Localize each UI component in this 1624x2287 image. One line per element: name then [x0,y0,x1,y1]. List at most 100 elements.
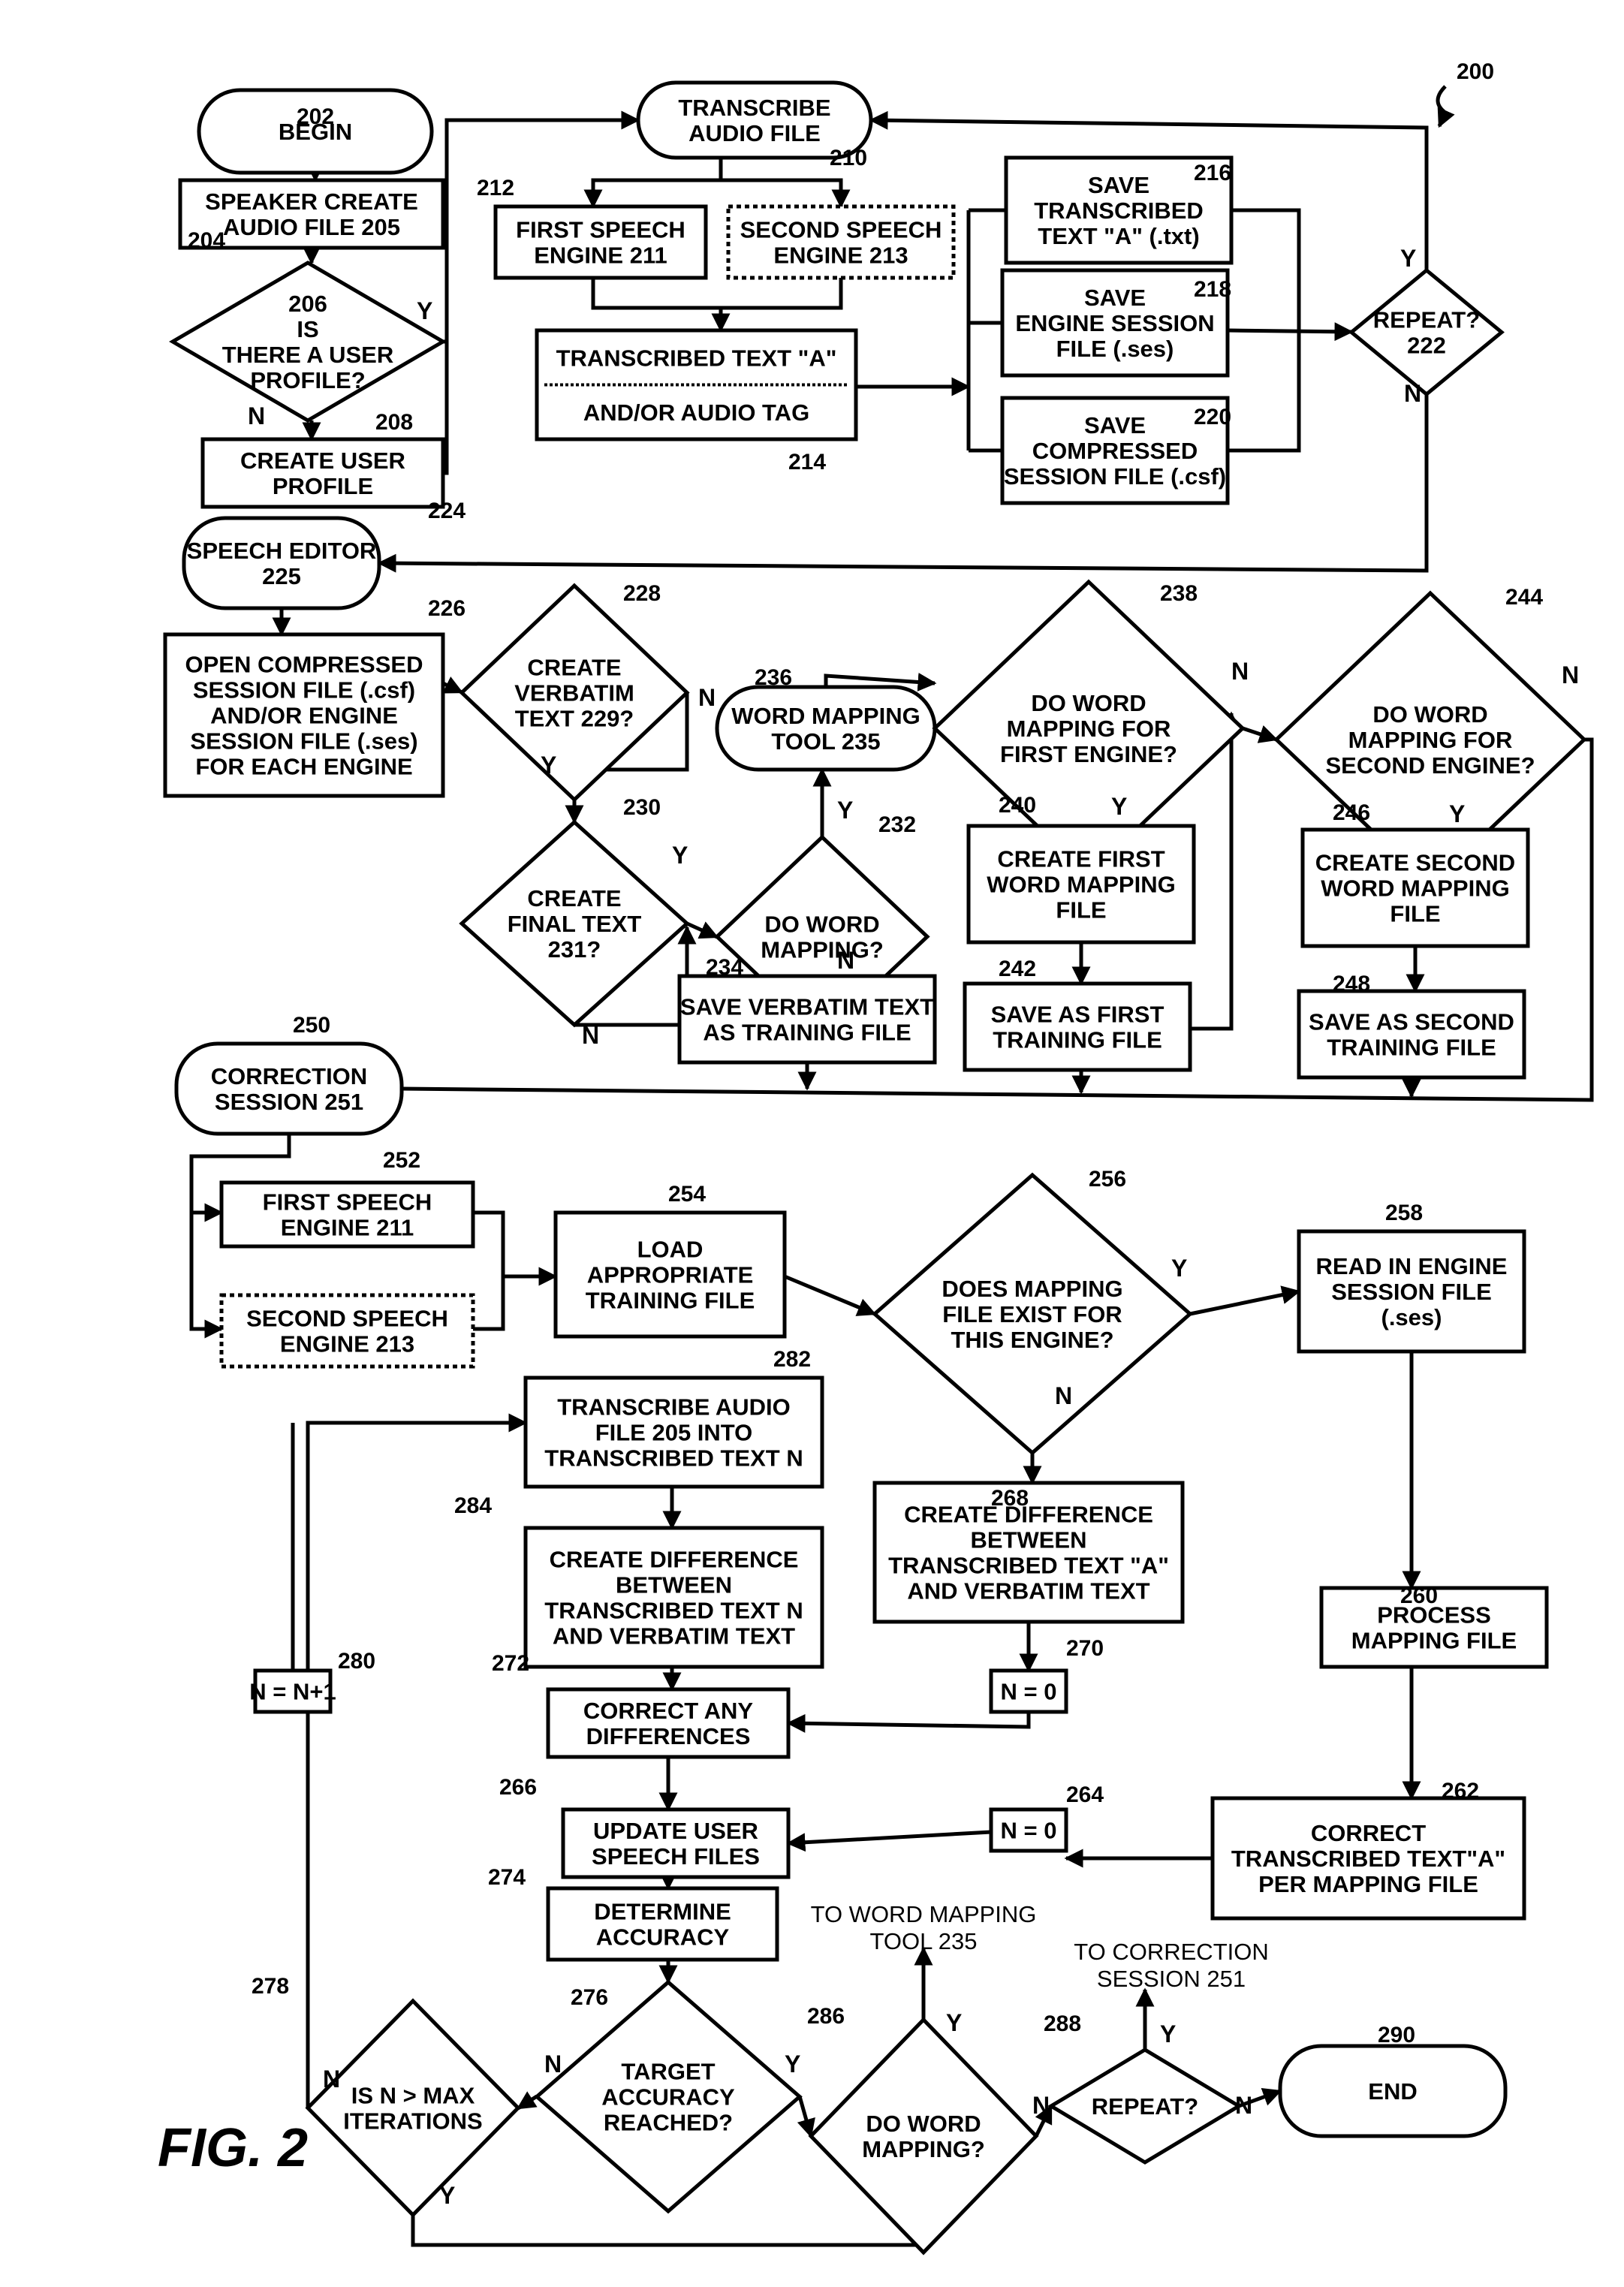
branch-no-label: N [323,2066,340,2093]
reference-number: 246 [1333,800,1370,825]
node-text: TRANSCRIBE AUDIO [557,1394,791,1421]
reference-number: 278 [252,1974,289,1999]
node-206: 206ISTHERE A USERPROFILE? [169,261,447,423]
node-text: ENGINE 213 [280,1331,414,1357]
branch-no-label: N [582,1022,599,1049]
node-text: ACCURACY [596,1924,730,1951]
node-text: CREATE [527,885,621,911]
reference-number: 272 [492,1651,529,1676]
node-text: THIS ENGINE? [951,1327,1113,1353]
node-text: SECOND SPEECH [246,1306,448,1332]
node-text: CREATE FIRST [997,846,1165,872]
reference-number: 276 [571,1985,608,2010]
node-text: OPEN COMPRESSED [185,652,423,678]
node-text: PER MAPPING FILE [1258,1871,1478,1897]
node-276: TARGETACCURACYREACHED? 276 [534,1979,803,2214]
connector [784,1274,877,1316]
reference-number: 230 [623,795,661,820]
node-256: DOES MAPPINGFILE EXIST FORTHIS ENGINE? 25… [872,1167,1193,1456]
node-204: SPEAKER CREATEAUDIO FILE 205204 [178,178,445,253]
node-text: ENGINE 211 [281,1215,414,1241]
connector [1242,725,1279,743]
node-text: APPROPRIATE [587,1262,754,1288]
node-text: WORD MAPPING [731,703,920,729]
node-text: UPDATE USER [593,1818,758,1844]
node-text: ENGINE SESSION [1015,310,1214,336]
reference-number: 274 [488,1865,526,1890]
branch-no-label: N [248,402,265,429]
node-202: BEGIN202 [197,88,434,175]
node-213: SECOND SPEECHENGINE 213 [726,204,956,280]
node-text: AND VERBATIM TEXT [907,1578,1149,1605]
reference-number: 212 [477,176,514,200]
reference-number: 252 [383,1148,420,1173]
node-text: TRANSCRIBED TEXT "A" [888,1553,1169,1579]
node-text: MAPPING FILE [1351,1628,1517,1654]
node-text: TRAINING FILE [1327,1035,1496,1061]
node-text: READ IN ENGINE [1316,1253,1508,1279]
node-text: SPEAKER CREATE [205,188,418,215]
node-218: SAVEENGINE SESSIONFILE (.ses) 218 [1000,268,1231,378]
node-text: SAVE AS FIRST [991,1002,1165,1028]
node-text: BETWEEN [971,1527,1087,1553]
reference-number: 220 [1194,405,1231,429]
node-text: FIRST SPEECH [516,217,685,243]
node-text: ENGINE 213 [773,243,908,269]
connector [721,278,843,310]
node-text: TEXT 229? [515,706,634,732]
node-228: CREATEVERBATIMTEXT 229? 228 [459,581,690,803]
node-text: PROFILE [273,473,373,499]
node-280: N = N+1280 [249,1649,375,1714]
node-text: CREATE SECOND [1315,850,1515,876]
node-text: LOAD [637,1237,704,1263]
reference-number: 232 [878,812,916,837]
branch-yes-label: Y [439,2182,455,2209]
node-text: THERE A USER [222,342,394,368]
node-252: FIRST SPEECHENGINE 211 252 [219,1148,475,1249]
node-text: FILE 205 INTO [595,1420,753,1446]
reference-number: 204 [188,228,225,253]
node-text: ACCURACY [601,2084,735,2111]
connector [1227,322,1354,342]
node-text: (.ses) [1381,1304,1442,1330]
reference-number: 262 [1442,1779,1479,1803]
reference-number: 254 [668,1182,706,1207]
connector [411,2215,933,2255]
branch-no-label: N [837,947,854,974]
node-text: MAPPING? [761,937,884,963]
connector [685,921,719,939]
node-282: TRANSCRIBE AUDIOFILE 205 INTOTRANSCRIBED… [523,1347,824,1489]
reference-number: 284 [454,1493,492,1518]
node-text: DETERMINE [594,1899,731,1925]
reference-number: 290 [1378,2023,1415,2047]
node-text: MAPPING? [862,2136,985,2162]
node-text: CORRECTION [211,1063,367,1089]
branch-no-label: N [698,684,716,711]
node-text: N = 0 [1001,1679,1057,1705]
node-text: DO WORD [1031,690,1146,716]
node-250: CORRECTIONSESSION 251 250 [174,1013,404,1136]
reference-number: 270 [1066,1636,1104,1661]
branch-yes-label: Y [1400,245,1416,272]
nodes: BEGIN202SPEAKER CREATEAUDIO FILE 2052042… [163,80,1587,2255]
node-text: FINAL TEXT [508,911,642,937]
node-222: REPEAT?222 [1348,267,1505,397]
node-text: TRANSCRIBED [1034,197,1204,224]
reference-number: 216 [1194,161,1231,185]
reference-number: 214 [788,450,826,475]
branch-no-label: N [1235,2092,1252,2119]
reference-number: 210 [830,146,867,170]
node-text: SAVE VERBATIM TEXT [680,994,934,1020]
node-text: AND/OR AUDIO TAG [583,399,809,426]
node-262: CORRECTTRANSCRIBED TEXT"A"PER MAPPING FI… [1210,1779,1526,1921]
flowchart: BEGIN202SPEAKER CREATEAUDIO FILE 2052042… [158,59,1594,2255]
branch-yes-label: Y [1160,2020,1176,2047]
connector [441,676,464,695]
branch-yes-label: Y [1111,793,1127,820]
node-254: LOADAPPROPRIATETRAINING FILE 254 [553,1182,787,1339]
node-text: AUDIO FILE [688,120,821,146]
node-text: SPEECH FILES [592,1843,760,1870]
reference-number: 250 [293,1013,330,1038]
reference-number: 202 [297,104,334,129]
node-text: DO WORD [866,2111,981,2137]
